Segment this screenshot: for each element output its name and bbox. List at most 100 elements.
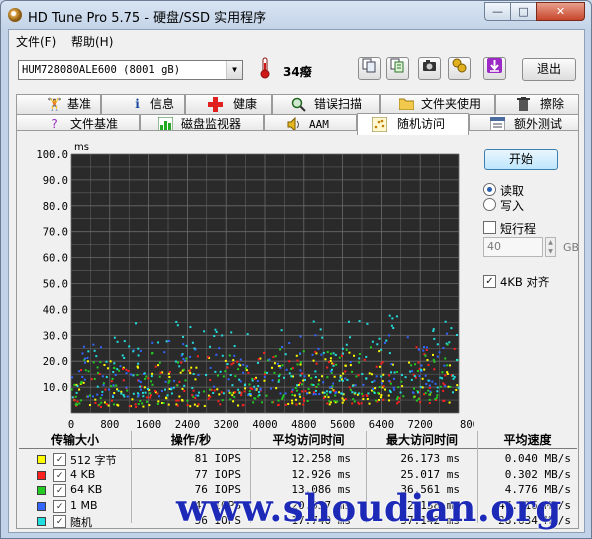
scatter-point: [95, 355, 98, 358]
scatter-point: [293, 394, 296, 397]
tab-random-access[interactable]: 随机访问: [357, 113, 469, 135]
menu-file[interactable]: 文件(F): [16, 33, 56, 50]
scatter-point: [228, 354, 231, 357]
copy-text-icon[interactable]: [386, 57, 409, 80]
scatter-point: [287, 402, 290, 405]
x-tick-label: 1600: [136, 419, 161, 429]
scatter-point: [414, 363, 417, 366]
maximize-button[interactable]: □: [510, 2, 537, 21]
menu-help[interactable]: 帮助(H): [71, 33, 113, 50]
folder-icon: [398, 97, 415, 112]
drive-select[interactable]: HUM728080ALE600 (8001 gB) ▼: [18, 60, 243, 80]
scatter-point: [207, 356, 210, 359]
scatter-point: [341, 401, 344, 404]
scatter-point: [351, 402, 354, 405]
download-icon[interactable]: [483, 57, 506, 80]
short-stroke-input[interactable]: 40: [483, 237, 543, 257]
write-radio[interactable]: [483, 198, 496, 211]
scatter-point: [375, 399, 378, 402]
scatter-point: [434, 397, 437, 400]
scatter-point: [352, 398, 355, 401]
copy-icon[interactable]: [358, 57, 381, 80]
tab-erase[interactable]: 擦除: [495, 94, 579, 114]
scatter-point: [106, 367, 109, 370]
camera-icon[interactable]: [418, 57, 441, 80]
avg-speed-cell: 0.040 MB/s: [504, 452, 571, 465]
scatter-point: [240, 394, 243, 397]
minimize-button[interactable]: —: [484, 2, 511, 21]
scatter-point: [246, 365, 249, 368]
scatter-point: [263, 351, 266, 354]
scatter-point: [132, 374, 135, 377]
scatter-point: [203, 405, 206, 408]
series-checkbox[interactable]: ✓: [53, 515, 66, 528]
chevron-down-icon[interactable]: ▼: [226, 61, 242, 79]
scatter-point: [391, 317, 394, 320]
scatter-point: [439, 385, 442, 388]
scatter-point: [229, 373, 232, 376]
scatter-point: [410, 364, 413, 367]
benchmark-icon[interactable]: [448, 57, 471, 80]
scatter-point: [219, 370, 222, 373]
close-button[interactable]: ✕: [536, 2, 585, 21]
series-checkbox[interactable]: ✓: [53, 468, 66, 482]
scatter-point: [151, 372, 154, 375]
short-stroke-spinner[interactable]: ▲ ▼: [545, 237, 556, 257]
scatter-point: [326, 351, 329, 354]
scatter-point: [389, 382, 392, 385]
align-4kb-checkbox[interactable]: ✓: [483, 275, 496, 288]
scatter-point: [344, 377, 347, 380]
series-checkbox[interactable]: ✓: [53, 484, 66, 497]
scatter-point: [342, 372, 345, 375]
scatter-point: [167, 372, 170, 375]
scatter-point: [357, 374, 360, 377]
scatter-point: [450, 327, 453, 330]
scatter-point: [409, 370, 412, 373]
scatter-point: [209, 378, 212, 381]
scatter-point: [183, 384, 186, 387]
scatter-point: [290, 375, 293, 378]
tab-info[interactable]: i 信息: [101, 94, 185, 114]
scatter-point: [412, 396, 415, 399]
scatter-point: [336, 400, 339, 403]
scatter-point: [212, 391, 215, 394]
scatter-point: [436, 394, 439, 397]
scatter-point: [100, 401, 103, 404]
tab-benchmark[interactable]: 🏋 基准: [16, 94, 101, 114]
tab-error-scan[interactable]: 错误扫描: [272, 94, 380, 114]
write-label: 写入: [500, 199, 525, 213]
start-button[interactable]: 开始: [484, 149, 558, 170]
short-stroke-checkbox[interactable]: [483, 221, 496, 234]
scatter-point: [433, 368, 436, 371]
scatter-point: [378, 350, 381, 353]
scatter-point: [412, 391, 415, 394]
table-row: ✓ 4 KB 77 IOPS 12.926 ms 25.017 ms 0.302 MB/s: [19, 468, 577, 483]
watermark-text: www.shoudian.org: [176, 486, 562, 530]
scatter-point: [74, 395, 77, 398]
scatter-point: [328, 361, 331, 364]
scatter-point: [334, 353, 337, 356]
scatter-point: [299, 363, 302, 366]
y-tick-label: 30.0: [43, 330, 68, 342]
scatter-point: [88, 394, 91, 397]
scatter-point: [290, 367, 293, 370]
scatter-point: [181, 399, 184, 402]
col-header-avg-access: 平均访问时间: [272, 433, 345, 447]
scatter-point: [315, 362, 318, 365]
exit-button[interactable]: 退出: [522, 58, 576, 81]
scatter-point: [272, 356, 275, 359]
read-radio[interactable]: [483, 183, 496, 196]
title-bar[interactable]: HD Tune Pro 5.75 - 硬盘/SSD 实用程序 — □ ✕: [1, 1, 591, 29]
series-checkbox[interactable]: ✓: [53, 453, 66, 466]
scatter-point: [332, 363, 335, 366]
scatter-point: [164, 388, 167, 391]
tab-folder-usage[interactable]: 文件夹使用: [380, 94, 495, 114]
scatter-point: [179, 371, 182, 374]
scatter-point: [366, 322, 369, 325]
scatter-point: [214, 328, 217, 331]
x-tick-label: 4800: [291, 419, 316, 429]
series-checkbox[interactable]: ✓: [53, 499, 66, 513]
scatter-point: [295, 354, 298, 357]
scatter-point: [256, 361, 259, 364]
tab-health[interactable]: 健康: [185, 94, 272, 114]
